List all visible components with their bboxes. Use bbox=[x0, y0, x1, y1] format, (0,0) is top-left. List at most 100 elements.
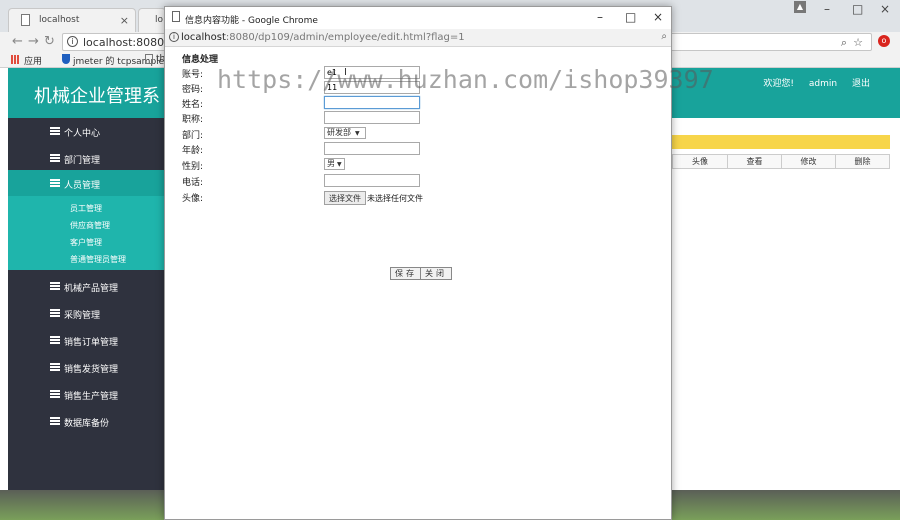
form-title: 信息处理 bbox=[182, 55, 219, 65]
minimize-icon[interactable]: – bbox=[597, 10, 603, 24]
department-select[interactable]: 研发部 ▼ bbox=[324, 127, 366, 139]
sidebar-item-label: 销售发货管理 bbox=[64, 365, 119, 375]
close-button[interactable]: 关闭 bbox=[420, 267, 452, 280]
submenu-item-admin[interactable]: 普通管理员管理 bbox=[70, 254, 126, 265]
star-icon[interactable]: ☆ bbox=[853, 36, 863, 49]
age-input[interactable] bbox=[324, 142, 420, 155]
bookmark-apps[interactable]: 应用 bbox=[24, 54, 42, 67]
reload-icon[interactable]: ↻ bbox=[44, 34, 55, 49]
apps-icon[interactable] bbox=[11, 55, 20, 64]
sidebar-item-label: 个人中心 bbox=[64, 129, 101, 139]
shield-icon bbox=[62, 54, 70, 64]
sidebar-item-label: 销售生产管理 bbox=[64, 392, 119, 402]
window-controls: ▲ – □ × bbox=[790, 0, 900, 24]
document-icon bbox=[145, 54, 153, 64]
sidebar-item-personnel[interactable]: 人员管理 bbox=[8, 170, 164, 197]
gender-selected-value: 男 bbox=[327, 159, 335, 168]
tab-label: lo bbox=[155, 15, 164, 25]
notice-bar bbox=[672, 135, 890, 149]
chevron-down-icon: ▼ bbox=[355, 130, 360, 137]
title-input[interactable] bbox=[324, 111, 420, 124]
close-window-icon[interactable]: × bbox=[880, 2, 890, 16]
menu-icon bbox=[50, 336, 60, 344]
table-header-row: 头像 查看 修改 删除 bbox=[672, 154, 890, 169]
sidebar: 个人中心 部门管理 人员管理 员工管理 供应商管理 客户管理 普通管理员管理 机… bbox=[8, 118, 164, 490]
search-icon[interactable]: ⌕ bbox=[661, 31, 667, 42]
popup-address-bar[interactable]: i localhost:8080/dp109/admin/employee/ed… bbox=[165, 29, 671, 47]
menu-icon bbox=[50, 417, 60, 425]
info-icon[interactable]: i bbox=[67, 36, 78, 47]
sidebar-item-products[interactable]: 机械产品管理 bbox=[8, 273, 164, 300]
tab-localhost[interactable]: localhost × bbox=[8, 8, 136, 32]
sidebar-item-database-backup[interactable]: 数据库备份 bbox=[8, 408, 164, 435]
phone-input[interactable] bbox=[324, 174, 420, 187]
sidebar-item-purchase[interactable]: 采购管理 bbox=[8, 300, 164, 327]
submenu-item-employee[interactable]: 员工管理 bbox=[70, 203, 102, 214]
minimize-icon[interactable]: – bbox=[824, 2, 830, 16]
site-title: 机械企业管理系 bbox=[34, 86, 160, 107]
file-status-text: 未选择任何文件 bbox=[367, 194, 423, 203]
extension-icon[interactable]: o bbox=[878, 35, 890, 47]
menu-icon bbox=[50, 179, 60, 187]
title-label: 职称: bbox=[182, 115, 204, 125]
back-icon[interactable]: ← bbox=[12, 34, 23, 49]
close-window-icon[interactable]: × bbox=[653, 10, 663, 24]
sidebar-item-sales-production[interactable]: 销售生产管理 bbox=[8, 381, 164, 408]
sidebar-item-label: 数据库备份 bbox=[64, 419, 110, 429]
name-label: 姓名: bbox=[182, 100, 204, 110]
menu-icon bbox=[50, 363, 60, 371]
tab-second[interactable]: lo bbox=[138, 8, 166, 32]
forward-icon[interactable]: → bbox=[28, 34, 39, 49]
account-label: 账号: bbox=[182, 70, 204, 80]
sidebar-item-label: 销售订单管理 bbox=[64, 338, 119, 348]
sidebar-item-label: 机械产品管理 bbox=[64, 284, 119, 294]
name-input[interactable] bbox=[324, 96, 420, 109]
url-path: :8080/dp109/admin/employee/edit.html?fla… bbox=[225, 32, 465, 43]
maximize-icon[interactable]: □ bbox=[852, 2, 863, 16]
personnel-submenu: 员工管理 供应商管理 客户管理 普通管理员管理 bbox=[8, 196, 164, 270]
popup-titlebar: 信息内容功能 - Google Chrome – □ × bbox=[165, 7, 671, 29]
sidebar-item-label: 部门管理 bbox=[64, 156, 101, 166]
age-label: 年龄: bbox=[182, 146, 204, 156]
sidebar-item-sales-shipping[interactable]: 销售发货管理 bbox=[8, 354, 164, 381]
password-label: 密码: bbox=[182, 85, 204, 95]
welcome-text: 欢迎您! bbox=[763, 79, 795, 89]
info-icon[interactable]: i bbox=[169, 32, 179, 42]
sidebar-item-department[interactable]: 部门管理 bbox=[8, 145, 164, 172]
gender-select[interactable]: 男 ▼ bbox=[324, 158, 345, 170]
maximize-icon[interactable]: □ bbox=[625, 10, 636, 24]
sidebar-item-sales-orders[interactable]: 销售订单管理 bbox=[8, 327, 164, 354]
menu-icon bbox=[50, 309, 60, 317]
save-button[interactable]: 保存 bbox=[390, 267, 422, 280]
logout-link[interactable]: 退出 bbox=[852, 79, 870, 89]
avatar-label: 头像: bbox=[182, 194, 204, 204]
close-icon[interactable]: × bbox=[120, 14, 129, 27]
column-header-delete: 删除 bbox=[835, 155, 889, 168]
document-icon bbox=[21, 14, 30, 26]
menu-icon bbox=[50, 390, 60, 398]
menu-icon bbox=[50, 127, 60, 135]
document-icon bbox=[172, 11, 180, 22]
url-host: localhost bbox=[181, 32, 226, 43]
phone-label: 电话: bbox=[182, 178, 204, 188]
column-header-avatar: 头像 bbox=[692, 157, 708, 166]
menu-icon bbox=[50, 282, 60, 290]
sidebar-item-personal-center[interactable]: 个人中心 bbox=[8, 118, 164, 145]
user-link[interactable]: admin bbox=[809, 79, 837, 89]
user-icon[interactable]: ▲ bbox=[794, 1, 806, 13]
sidebar-item-label: 人员管理 bbox=[64, 181, 101, 191]
zoom-icon[interactable]: ⌕ bbox=[841, 36, 847, 50]
column-header-edit: 修改 bbox=[781, 155, 835, 168]
gender-label: 性别: bbox=[182, 162, 204, 172]
department-selected-value: 研发部 bbox=[327, 128, 351, 137]
submenu-item-customer[interactable]: 客户管理 bbox=[70, 237, 102, 248]
submenu-item-supplier[interactable]: 供应商管理 bbox=[70, 220, 110, 231]
choose-file-button[interactable]: 选择文件 bbox=[324, 191, 366, 205]
watermark-text: https://www.huzhan.com/ishop39397 bbox=[217, 65, 714, 94]
sidebar-item-label: 采购管理 bbox=[64, 311, 101, 321]
menu-icon bbox=[50, 154, 60, 162]
popup-title: 信息内容功能 - Google Chrome bbox=[185, 16, 318, 26]
tab-label: localhost bbox=[39, 15, 80, 25]
department-label: 部门: bbox=[182, 131, 204, 141]
column-header-view: 查看 bbox=[727, 155, 781, 168]
